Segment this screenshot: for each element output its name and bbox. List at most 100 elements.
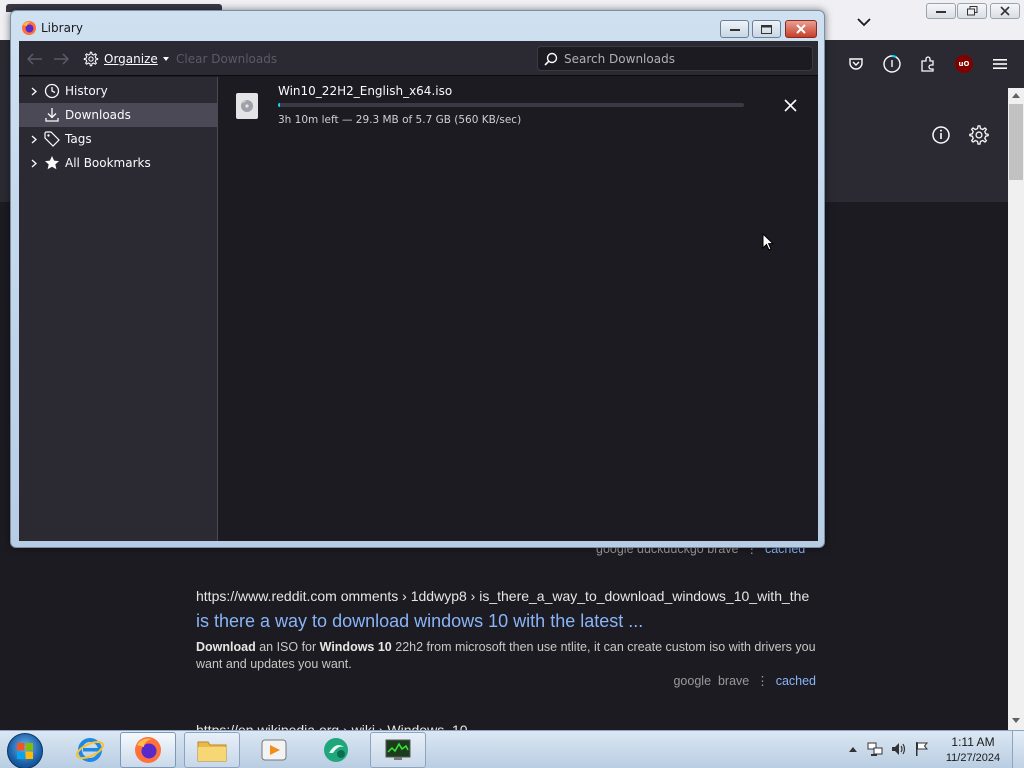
gear-icon [969, 125, 989, 145]
system-clock[interactable]: 1:11 AM 11/27/2024 [940, 734, 1006, 766]
window-title: Library [41, 21, 83, 35]
organize-button[interactable]: Organize [83, 48, 169, 70]
search-icon [544, 52, 558, 66]
sidebar-item-label: Downloads [65, 108, 131, 122]
expand-twisty-icon[interactable] [27, 87, 41, 96]
show-hidden-icons-button[interactable] [844, 739, 862, 759]
tab-list-button[interactable] [852, 10, 876, 34]
chevron-down-icon [857, 18, 871, 27]
result-title-link[interactable]: is there a way to download windows 10 wi… [196, 611, 643, 632]
internet-explorer-icon [76, 738, 104, 762]
library-minimize-button[interactable] [720, 20, 749, 38]
download-item[interactable]: Win10_22H2_English_x64.iso 3h 10m left —… [219, 77, 818, 133]
scroll-down-icon [1012, 717, 1020, 723]
mouse-cursor-icon [762, 233, 774, 251]
search-downloads-input[interactable] [564, 51, 804, 66]
task-manager-icon [385, 739, 411, 760]
download-icon [43, 106, 61, 124]
extensions-button[interactable] [916, 52, 940, 76]
sidebar-item-label: Tags [65, 132, 92, 146]
brave-link[interactable]: brave [718, 674, 749, 688]
close-icon [1000, 6, 1010, 16]
ublock-button[interactable]: uO [952, 52, 976, 76]
taskbar-file-explorer[interactable] [184, 732, 240, 768]
taskbar: 1:11 AM 11/27/2024 [0, 730, 1024, 768]
browser-restore-button[interactable] [957, 3, 987, 19]
sidebar-item-tags[interactable]: Tags [19, 127, 218, 151]
pocket-icon [849, 58, 863, 70]
organize-label: Organize [104, 52, 158, 66]
sidebar-item-downloads[interactable]: Downloads [19, 103, 218, 127]
next-result-url[interactable]: https://en.wikipedia.org › wiki › Window… [196, 722, 468, 730]
back-button[interactable] [25, 49, 45, 69]
scroll-down-button[interactable] [1008, 713, 1024, 727]
result-snippet: Download an ISO for Windows 10 22h2 from… [196, 639, 816, 673]
google-link[interactable]: google [673, 674, 711, 688]
downloads-list: Win10_22H2_English_x64.iso 3h 10m left —… [219, 77, 818, 541]
search-downloads-box[interactable] [537, 46, 813, 71]
library-maximize-button[interactable] [752, 20, 781, 38]
network-tray-button[interactable] [866, 739, 884, 759]
cancel-download-button[interactable] [778, 93, 802, 117]
library-toolbar: Organize Clear Downloads [19, 41, 818, 76]
flag-icon [916, 742, 929, 756]
download-filename: Win10_22H2_English_x64.iso [278, 84, 453, 98]
windows-logo-icon [17, 743, 33, 759]
browser-close-button[interactable] [990, 3, 1020, 19]
dropdown-arrow-icon [162, 57, 169, 61]
sidebar-item-history[interactable]: History [19, 79, 218, 103]
pocket-button[interactable] [844, 52, 868, 76]
clear-downloads-button[interactable]: Clear Downloads [176, 52, 277, 66]
firefox-icon [135, 737, 161, 763]
taskbar-media-player[interactable] [246, 732, 302, 768]
taskbar-firefox[interactable] [120, 732, 176, 768]
speaker-icon [892, 743, 906, 755]
network-icon [867, 742, 883, 756]
expand-twisty-icon[interactable] [27, 159, 41, 168]
taskbar-internet-explorer[interactable] [62, 732, 118, 768]
scroll-up-icon [1012, 92, 1020, 98]
scroll-up-button[interactable] [1008, 88, 1024, 102]
clock-time: 1:11 AM [951, 735, 995, 749]
page-scrollbar[interactable] [1008, 88, 1024, 730]
volume-tray-button[interactable] [890, 739, 908, 759]
progress-fill [278, 103, 281, 107]
expand-twisty-icon[interactable] [27, 135, 41, 144]
library-window: Library Organize Clear Downloads Search … [10, 10, 825, 548]
minimize-icon [729, 29, 740, 31]
download-progress-icon [883, 55, 901, 73]
settings-button[interactable] [967, 123, 991, 147]
info-button[interactable] [929, 123, 953, 147]
hamburger-menu-icon [993, 59, 1007, 69]
library-body: Organize Clear Downloads History Downloa… [19, 41, 818, 541]
show-desktop-button[interactable] [1012, 731, 1024, 768]
sidebar-item-all-bookmarks[interactable]: All Bookmarks [19, 151, 218, 175]
close-icon [783, 98, 797, 112]
firefox-icon [22, 21, 36, 35]
menu-button[interactable] [988, 52, 1012, 76]
cached-link[interactable]: cached [776, 674, 816, 688]
action-center-tray-button[interactable] [913, 739, 931, 759]
info-icon [932, 126, 950, 144]
result-url[interactable]: https://www.reddit.com omments › 1ddwyp8… [196, 588, 809, 604]
browser-minimize-button[interactable] [926, 3, 956, 19]
clock-date: 11/27/2024 [945, 752, 1001, 764]
scroll-thumb[interactable] [1009, 104, 1023, 180]
start-button[interactable] [7, 733, 43, 768]
taskbar-green-app[interactable] [308, 732, 364, 768]
downloads-toolbar-button[interactable] [880, 52, 904, 76]
forward-button[interactable] [51, 49, 71, 69]
taskbar-task-manager[interactable] [370, 732, 426, 768]
clock-icon [43, 82, 61, 100]
result-links: google brave ⋮ cached [640, 673, 816, 688]
snippet-bold: Download [196, 640, 256, 654]
close-icon [796, 24, 806, 34]
disc-file-icon [236, 93, 258, 119]
library-close-button[interactable] [785, 20, 817, 38]
snippet-bold: Windows 10 [319, 640, 392, 654]
more-dots-icon[interactable]: ⋮ [753, 674, 772, 688]
sidebar-item-label: All Bookmarks [65, 156, 151, 170]
puzzle-icon [921, 56, 934, 72]
tag-icon [43, 130, 61, 148]
download-status: 3h 10m left — 29.3 MB of 5.7 GB (560 KB/… [278, 114, 522, 126]
